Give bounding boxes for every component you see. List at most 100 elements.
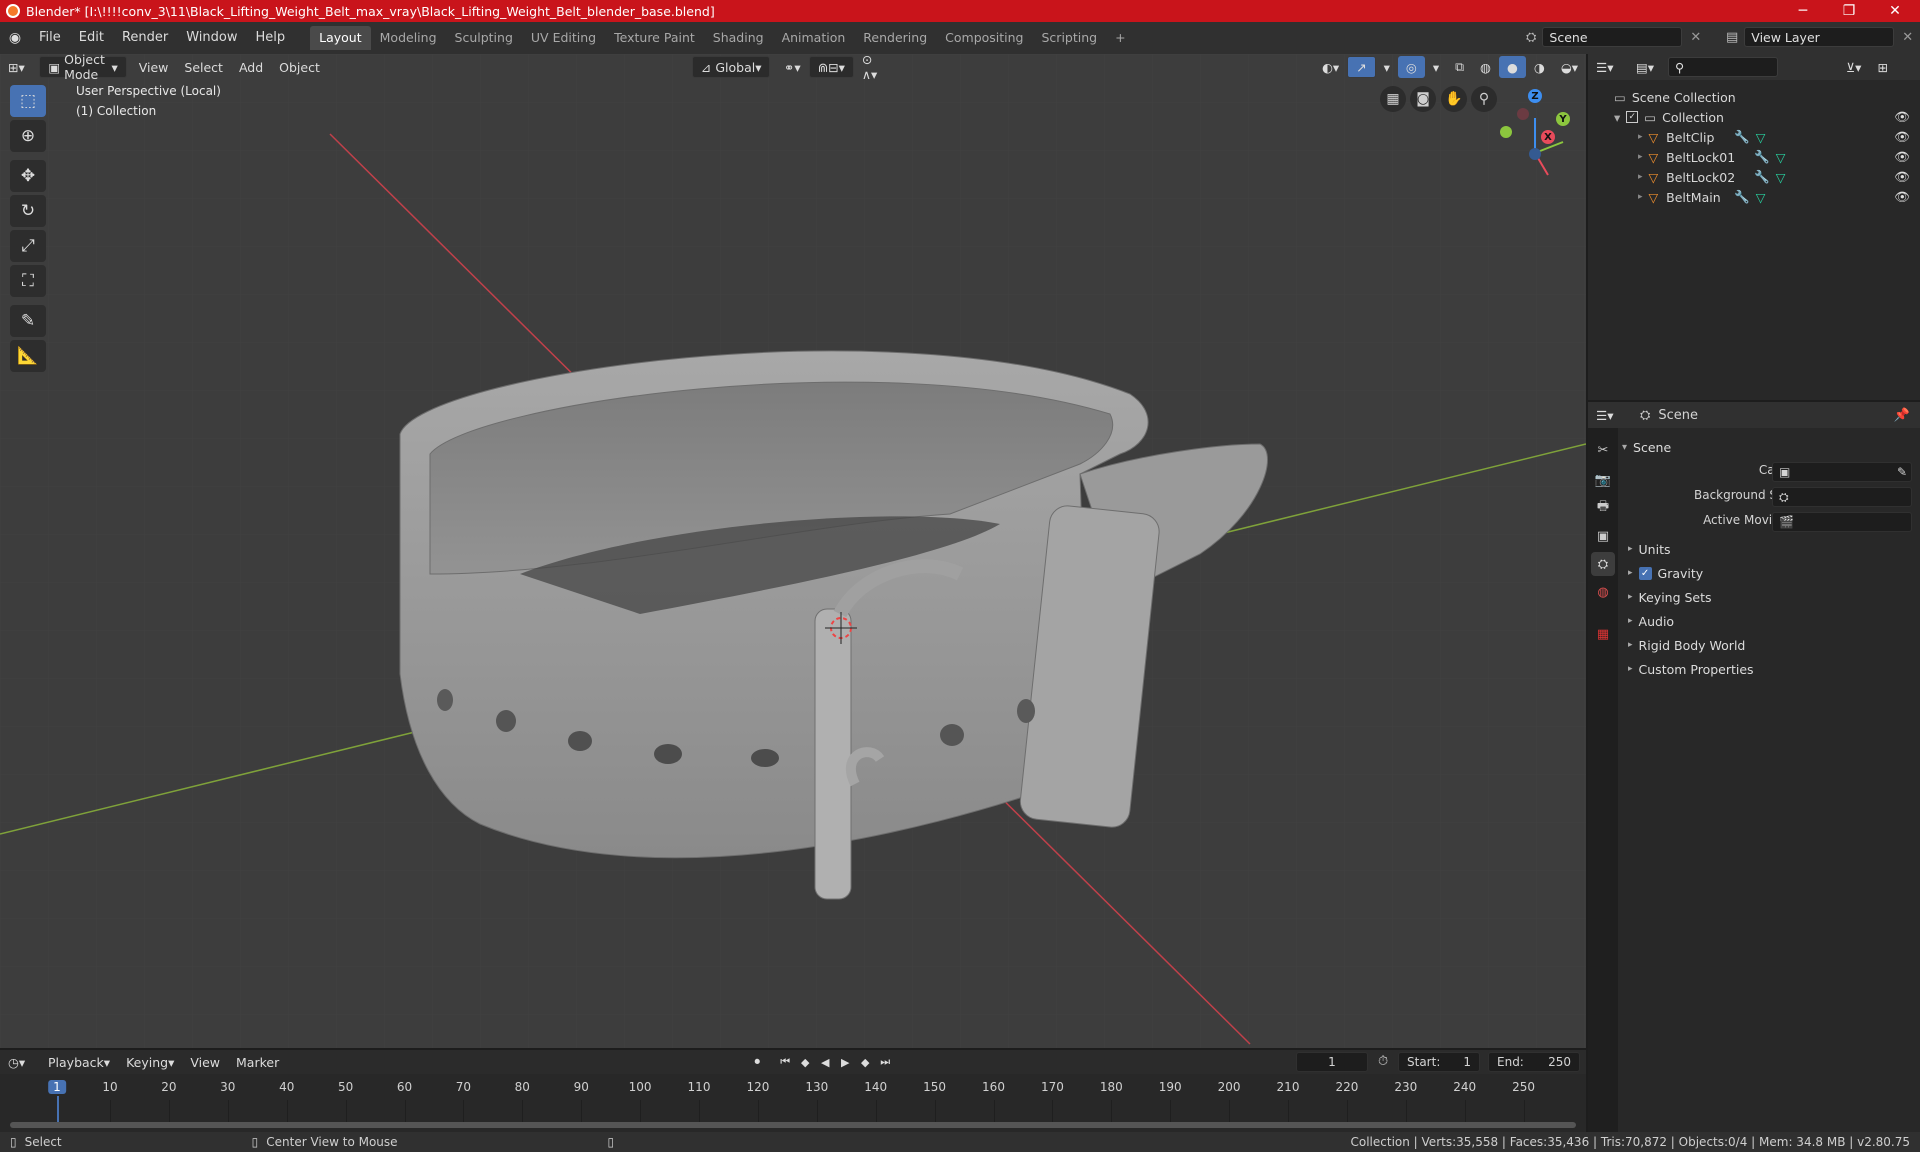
chevron-right-icon[interactable]: ▸ <box>1638 152 1643 162</box>
modifier-wrench-icon[interactable]: 🔧 <box>1754 149 1770 165</box>
scene-panel-header[interactable]: ▾ Scene <box>1622 436 1918 458</box>
tab-sculpting[interactable]: Sculpting <box>446 26 522 50</box>
scale-tool-icon[interactable]: ⤢ <box>10 230 46 262</box>
transform-tool-icon[interactable]: ⛶ <box>10 265 46 297</box>
record-icon[interactable]: ⏺ <box>747 1052 767 1072</box>
eyedropper-icon[interactable]: ✎ <box>1897 465 1907 479</box>
zoom-icon[interactable]: ⚲ <box>1471 86 1497 112</box>
output-tab-icon[interactable]: 🖶 <box>1591 496 1615 520</box>
chevron-right-icon[interactable]: ▸ <box>1638 172 1643 182</box>
outliner-item-beltmain[interactable]: ▸ ▽ BeltMain 🔧 ▽ 👁 <box>1588 187 1918 207</box>
move-tool-icon[interactable]: ✥ <box>10 160 46 192</box>
snap-icon[interactable]: ⋒⊟▾ <box>808 56 854 78</box>
solid-shading-icon[interactable]: ● <box>1498 56 1526 78</box>
blender-menu-icon[interactable]: ◉ <box>0 30 30 46</box>
modifier-wrench-icon[interactable]: 🔧 <box>1754 169 1770 185</box>
gizmo-toggle-icon[interactable]: ↗ <box>1347 56 1376 78</box>
tab-texture-paint[interactable]: Texture Paint <box>605 26 704 50</box>
eye-icon[interactable]: 👁 <box>1894 149 1910 165</box>
jump-end-icon[interactable]: ⏭ <box>875 1052 895 1072</box>
texture-tab-icon[interactable]: ▦ <box>1591 622 1615 646</box>
modifier-wrench-icon[interactable]: 🔧 <box>1734 189 1750 205</box>
timeline-editor-type-icon[interactable]: ◷▾ <box>0 1051 40 1073</box>
gizmo-dropdown-icon[interactable]: ▾ <box>1376 56 1398 78</box>
gizmo-z-axis[interactable]: Z <box>1528 89 1542 103</box>
mesh-data-icon[interactable]: ▽ <box>1776 170 1786 185</box>
menu-select[interactable]: Select <box>176 56 231 78</box>
menu-render[interactable]: Render <box>113 27 177 49</box>
next-keyframe-icon[interactable]: ◆ <box>855 1052 875 1072</box>
menu-marker[interactable]: Marker <box>228 1051 287 1073</box>
current-frame-field[interactable]: 1 <box>1296 1052 1368 1072</box>
pin-icon[interactable]: 📌 <box>1894 408 1910 423</box>
menu-add[interactable]: Add <box>231 56 271 78</box>
editor-type-icon[interactable]: ⊞▾ <box>0 56 35 78</box>
tab-layout[interactable]: Layout <box>310 26 371 50</box>
chevron-down-icon[interactable]: ▾ <box>1614 110 1620 125</box>
menu-help[interactable]: Help <box>247 27 295 49</box>
add-workspace-button[interactable]: + <box>1106 26 1134 50</box>
start-frame-field[interactable]: Start: 1 <box>1398 1052 1480 1072</box>
toggle-grid-icon[interactable]: ▦ <box>1380 86 1406 112</box>
mesh-data-icon[interactable]: ▽ <box>1776 150 1786 165</box>
chevron-right-icon[interactable]: ▸ <box>1638 132 1643 142</box>
mesh-data-icon[interactable]: ▽ <box>1756 130 1766 145</box>
menu-window[interactable]: Window <box>177 27 246 49</box>
properties-editor-type-icon[interactable]: ☰▾ <box>1588 404 1628 426</box>
outliner-search-input[interactable]: ⚲ <box>1668 57 1778 77</box>
menu-keying[interactable]: Keying ▾ <box>118 1051 182 1073</box>
audio-section[interactable]: ▸ Audio <box>1628 610 1918 632</box>
pivot-icon[interactable]: ⚭▾ <box>776 56 809 78</box>
play-reverse-icon[interactable]: ◀ <box>815 1052 835 1072</box>
jump-start-icon[interactable]: ⏮ <box>775 1052 795 1072</box>
proportional-edit-icon[interactable]: ⊙ ∧▾ <box>854 52 894 82</box>
rigid-body-world-section[interactable]: ▸ Rigid Body World <box>1628 634 1918 656</box>
eye-icon[interactable]: 👁 <box>1894 189 1910 205</box>
view-layer-selector[interactable]: View Layer <box>1744 27 1895 47</box>
close-button[interactable]: ✕ <box>1872 0 1918 22</box>
filter-icon[interactable]: ⊻▾ <box>1838 56 1869 78</box>
menu-object[interactable]: Object <box>271 56 328 78</box>
units-section[interactable]: ▸ Units <box>1628 538 1918 560</box>
outliner-item-beltclip[interactable]: ▸ ▽ BeltClip 🔧 ▽ 👁 <box>1588 127 1918 147</box>
play-icon[interactable]: ▶ <box>835 1052 855 1072</box>
timeline-ruler[interactable]: 1 10 20 30 40 50 60 70 80 90 100 110 120 130 140 150 160… <box>0 1074 1586 1122</box>
keying-sets-section[interactable]: ▸ Keying Sets <box>1628 586 1918 608</box>
background-scene-field[interactable]: ⛭ <box>1772 487 1912 507</box>
mesh-data-icon[interactable]: ▽ <box>1756 190 1766 205</box>
menu-edit[interactable]: Edit <box>70 27 113 49</box>
tool-tab-icon[interactable]: ✂ <box>1591 438 1615 462</box>
pan-hand-icon[interactable]: ✋ <box>1441 86 1467 112</box>
material-shading-icon[interactable]: ◑ <box>1526 56 1553 78</box>
scene-selector[interactable]: Scene <box>1542 27 1683 47</box>
3d-viewport[interactable]: Z Y X User Perspective (Local) (1) Colle… <box>0 54 1586 1048</box>
stopwatch-icon[interactable]: ⏱ <box>1378 1054 1388 1069</box>
custom-properties-section[interactable]: ▸ Custom Properties <box>1628 658 1918 680</box>
view-layer-close-icon[interactable]: ✕ <box>1902 30 1913 45</box>
outliner-scene-collection[interactable]: ▭ Scene Collection <box>1588 87 1918 107</box>
prev-keyframe-icon[interactable]: ◆ <box>795 1052 815 1072</box>
outliner-editor-type-icon[interactable]: ☰▾ <box>1588 56 1628 78</box>
gravity-checkbox[interactable]: ✓ <box>1638 566 1652 580</box>
mode-selector[interactable]: ▣ Object Mode ▾ <box>39 52 127 82</box>
view-layer-tab-icon[interactable]: ▣ <box>1591 524 1615 548</box>
overlay-toggle-icon[interactable]: ◎ <box>1397 56 1425 78</box>
eye-icon[interactable]: 👁 <box>1894 109 1910 125</box>
timeline-scrollbar[interactable] <box>10 1122 1576 1128</box>
camera-field[interactable]: ▣ ✎ <box>1772 462 1912 482</box>
gravity-section[interactable]: ▸ ✓ Gravity <box>1628 562 1918 584</box>
camera-view-icon[interactable]: ◙ <box>1410 86 1436 112</box>
playhead-line[interactable] <box>57 1096 59 1122</box>
tab-shading[interactable]: Shading <box>704 26 773 50</box>
gizmo-x-axis[interactable]: X <box>1541 130 1555 144</box>
tab-rendering[interactable]: Rendering <box>854 26 936 50</box>
display-mode-icon[interactable]: ▤▾ <box>1628 56 1662 78</box>
visibility-icon[interactable]: ◐▾ <box>1314 56 1347 78</box>
gizmo-y-axis[interactable]: Y <box>1556 112 1570 126</box>
tab-modeling[interactable]: Modeling <box>371 26 446 50</box>
annotate-tool-icon[interactable]: ✎ <box>10 305 46 337</box>
tab-uv-editing[interactable]: UV Editing <box>522 26 605 50</box>
chevron-right-icon[interactable]: ▸ <box>1638 192 1643 202</box>
modifier-wrench-icon[interactable]: 🔧 <box>1734 129 1750 145</box>
overlay-dropdown-icon[interactable]: ▾ <box>1425 56 1447 78</box>
